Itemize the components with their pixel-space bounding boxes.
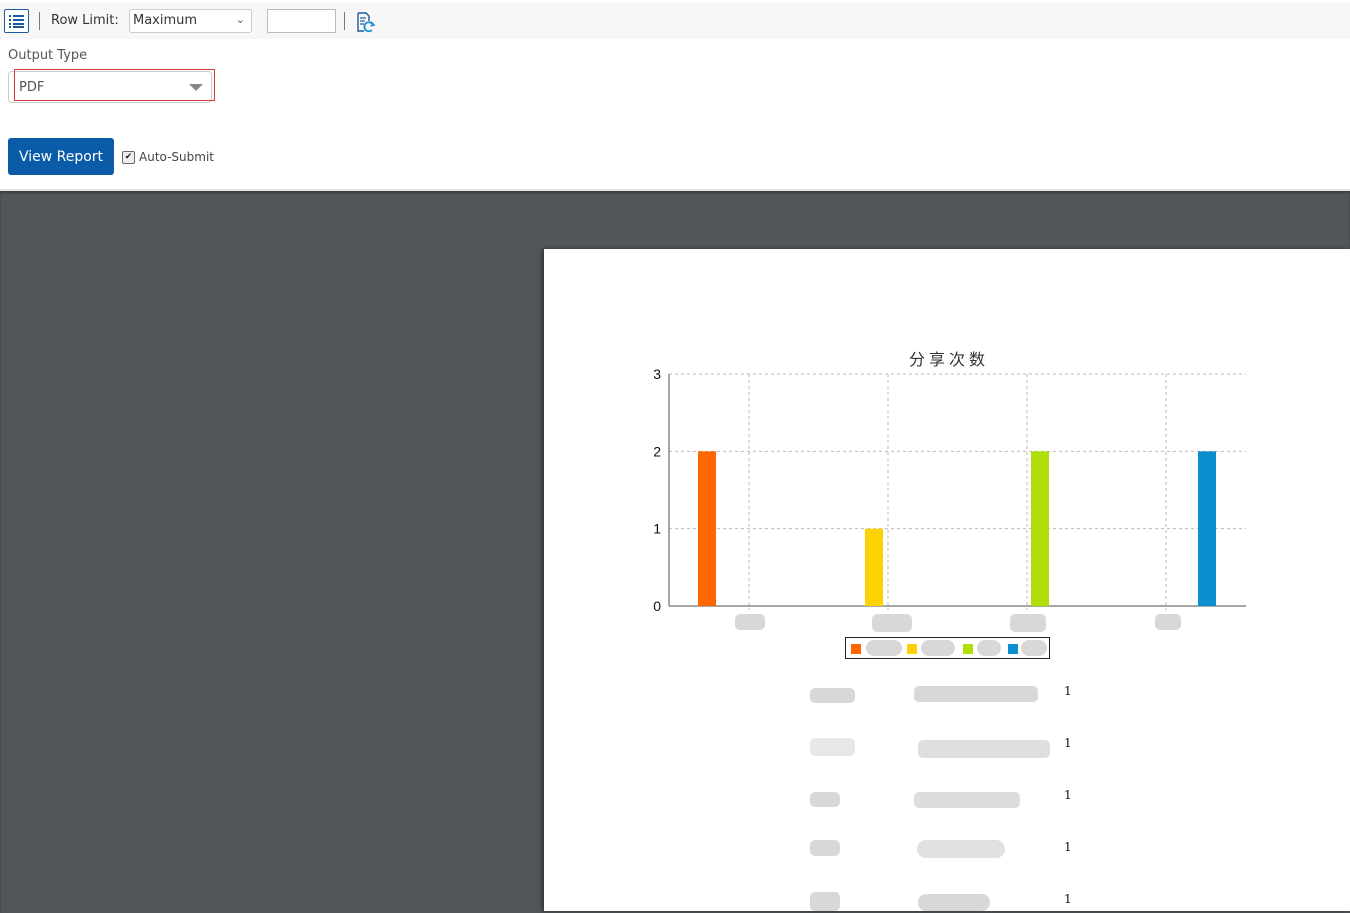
y-tick-label: 0 bbox=[653, 598, 661, 614]
legend-swatch bbox=[907, 644, 917, 654]
report-toolbar: Row Limit: Maximum ⌄ bbox=[0, 3, 1350, 39]
x-tick-label-redacted bbox=[735, 614, 765, 630]
output-type-value: PDF bbox=[19, 80, 45, 95]
list-icon bbox=[9, 15, 24, 28]
chevron-down-icon: ⌄ bbox=[235, 13, 245, 26]
toc-toggle-button[interactable] bbox=[4, 9, 29, 33]
table-count: 1 bbox=[1064, 840, 1072, 854]
table-cell-redacted bbox=[918, 740, 1050, 758]
x-tick-label-redacted bbox=[1155, 614, 1181, 630]
x-tick-label-redacted bbox=[872, 614, 912, 632]
bar bbox=[698, 451, 716, 606]
table-count: 1 bbox=[1064, 892, 1072, 906]
y-tick-label: 2 bbox=[653, 443, 661, 459]
legend-swatch bbox=[963, 644, 973, 654]
table-count: 1 bbox=[1064, 684, 1072, 698]
auto-submit-checkbox[interactable]: ✔ Auto-Submit bbox=[122, 150, 214, 164]
caret-down-icon bbox=[189, 84, 203, 91]
table-cell-redacted bbox=[810, 688, 855, 703]
legend-swatch bbox=[851, 644, 861, 654]
bar bbox=[1198, 451, 1216, 606]
row-limit-value: Maximum bbox=[133, 13, 198, 28]
bar bbox=[1031, 451, 1049, 606]
row-limit-input[interactable] bbox=[267, 9, 336, 33]
table-count: 1 bbox=[1064, 788, 1072, 802]
table-cell-redacted bbox=[918, 894, 990, 911]
auto-submit-label: Auto-Submit bbox=[139, 150, 214, 164]
y-tick-label: 1 bbox=[653, 521, 661, 537]
table-cell-redacted bbox=[914, 792, 1020, 808]
legend-label-redacted bbox=[921, 640, 955, 656]
toolbar-divider bbox=[344, 12, 345, 30]
document-refresh-icon[interactable] bbox=[356, 12, 376, 34]
output-type-label: Output Type bbox=[8, 48, 88, 63]
legend-label-redacted bbox=[1021, 640, 1047, 656]
table-cell-redacted bbox=[914, 686, 1038, 702]
checkmark-icon[interactable]: ✔ bbox=[122, 150, 135, 164]
row-limit-label: Row Limit: bbox=[51, 13, 119, 28]
table-cell-redacted bbox=[810, 738, 855, 756]
legend-label-redacted bbox=[977, 640, 1001, 656]
x-tick-label-redacted bbox=[1010, 614, 1046, 632]
table-cell-redacted bbox=[810, 840, 840, 856]
table-cell-redacted bbox=[810, 792, 840, 807]
toolbar-divider bbox=[39, 12, 40, 30]
table-cell-redacted bbox=[917, 840, 1005, 858]
y-tick-label: 3 bbox=[653, 366, 661, 382]
legend-swatch bbox=[1008, 644, 1018, 654]
bar-chart: 0 1 2 3 bbox=[653, 366, 1246, 614]
legend-label-redacted bbox=[866, 640, 902, 656]
output-type-select[interactable]: PDF bbox=[8, 69, 215, 103]
row-limit-select[interactable]: Maximum ⌄ bbox=[129, 9, 252, 33]
table-cell-redacted bbox=[810, 892, 840, 911]
table-count: 1 bbox=[1064, 736, 1072, 750]
chart-legend bbox=[845, 637, 1050, 659]
bar bbox=[865, 528, 883, 606]
view-report-button[interactable]: View Report bbox=[8, 138, 114, 175]
